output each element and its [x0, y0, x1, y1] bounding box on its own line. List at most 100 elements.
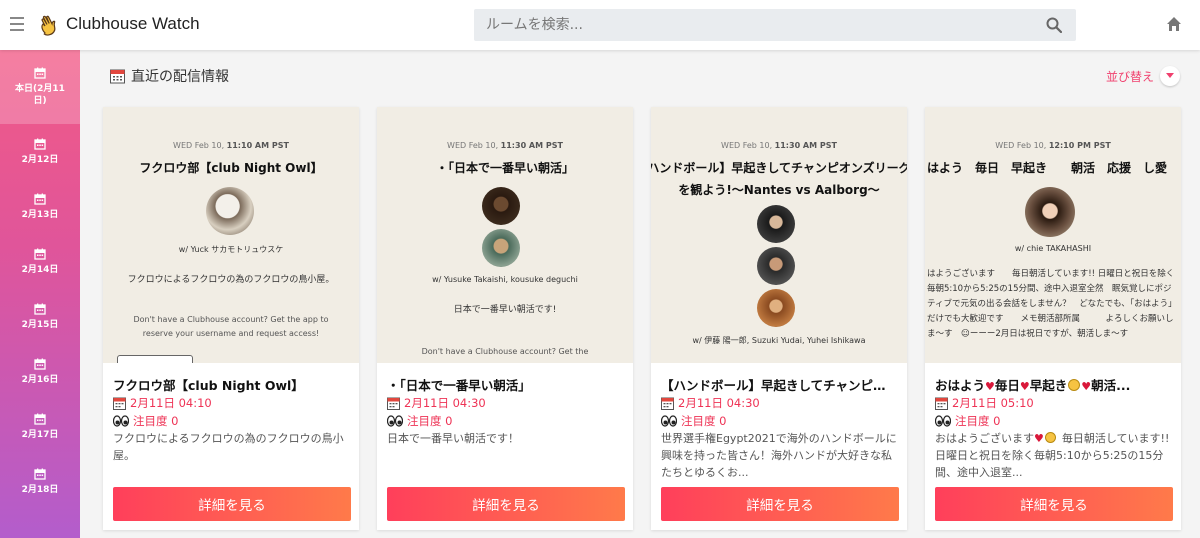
avatar [757, 205, 795, 243]
card-date-row: 2月11日 04:10 [113, 395, 212, 411]
card-attention: 注目度 0 [407, 414, 453, 428]
sidebar-item-label: 2月12日 [21, 154, 59, 165]
thumbnail-date: WED Feb 10, 11:30 AM PST [447, 141, 563, 150]
heart-icon: ♥ [985, 380, 995, 393]
app-title[interactable]: Clubhouse Watch [66, 14, 200, 34]
thumbnail-hosts: w/ chie TAKAHASHI [1014, 244, 1092, 253]
thumbnail-title: はよう 毎日 早起き 朝活 応援 し愛 [927, 161, 1168, 175]
calendar-icon [34, 248, 46, 260]
search-input[interactable] [474, 9, 1034, 41]
card-date-row: 2月11日 04:30 [387, 395, 486, 411]
section-title: 直近の配信情報 [131, 69, 229, 85]
home-icon[interactable] [1166, 16, 1182, 32]
card-date: 2月11日 05:10 [952, 396, 1034, 410]
sidebar-item-today[interactable]: 本日(2月11日) [0, 50, 80, 124]
room-card[interactable]: WED Feb 10, 11:10 AM PST フクロウ部【club Nigh… [103, 107, 359, 530]
calendar-emoji-icon [387, 397, 400, 410]
calendar-icon [34, 67, 46, 79]
header: Clubhouse Watch [0, 0, 1200, 50]
sidebar-item-label: 本日(2月11日) [15, 84, 65, 106]
thumbnail-date: WED Feb 10, 11:30 AM PST [721, 141, 837, 150]
card-description: おはようございます♥ 毎日朝活しています!! 日曜日と祝日を除く毎朝5:10から5… [935, 432, 1170, 479]
search-bar [474, 9, 1076, 41]
card-attention: 注目度 0 [681, 414, 727, 428]
sort-label: 並び替え [1106, 69, 1155, 84]
thumbnail-title: ハンドボール】早起きしてチャンピオンズリーグを観よう!〜Nantes vs Aa… [651, 161, 907, 197]
eyes-icon [113, 415, 129, 427]
waving-hand-logo-icon [41, 15, 56, 36]
heart-icon: ♥ [1081, 380, 1092, 393]
calendar-icon [34, 413, 46, 425]
room-thumbnail: WED Feb 10, 11:10 AM PST フクロウ部【club Nigh… [103, 107, 359, 363]
calendar-icon [34, 138, 46, 150]
view-details-button[interactable]: 詳細を見る [387, 487, 625, 521]
sidebar-item-feb17[interactable]: 2月17日 [0, 399, 80, 454]
room-card[interactable]: WED Feb 10, 12:10 PM PST はよう 毎日 早起き 朝活 応… [925, 107, 1181, 530]
card-description: 世界選手権Egypt2021で海外のハンドボールに興味を持った皆さん！海外ハンド… [661, 432, 897, 479]
sidebar-item-label: 2月15日 [21, 319, 59, 330]
avatar [757, 247, 795, 285]
thumbnail-hosts: w/ 伊藤 陽一郎, Suzuki Yudai, Yuhei Ishikawa [692, 336, 866, 345]
sidebar-item-feb16[interactable]: 2月16日 [0, 344, 80, 399]
view-details-button[interactable]: 詳細を見る [113, 487, 351, 521]
sidebar-item-label: 2月16日 [21, 374, 59, 385]
calendar-icon [34, 193, 46, 205]
view-details-button[interactable]: 詳細を見る [935, 487, 1173, 521]
sort-dropdown-toggle[interactable] [1160, 66, 1181, 86]
avatar [1025, 187, 1075, 237]
eyes-icon [387, 415, 403, 427]
thumbnail-description: はようございます 毎日朝活しています!! 日曜日と祝日を除く毎朝5:10から5:… [927, 269, 1177, 339]
sidebar-item-label: 2月14日 [21, 264, 59, 275]
room-card[interactable]: WED Feb 10, 11:30 AM PST ・「日本で一番早い朝活」 w/… [377, 107, 633, 530]
calendar-emoji-icon [935, 397, 948, 410]
caret-down-icon [1166, 73, 1175, 78]
thumbnail-title: フクロウ部【club Night Owl】 [139, 161, 323, 175]
card-attention: 注目度 0 [133, 414, 179, 428]
search-icon[interactable] [1046, 17, 1062, 33]
sidebar-item-feb14[interactable]: 2月14日 [0, 234, 80, 289]
card-title[interactable]: フクロウ部【club Night Owl】 [113, 375, 349, 394]
card-date-row: 2月11日 04:30 [661, 395, 760, 411]
sidebar-item-feb12[interactable]: 2月12日 [0, 124, 80, 179]
eyes-icon [935, 415, 951, 427]
heart-icon: ♥ [1034, 432, 1044, 445]
sort-button[interactable]: 並び替え [1106, 66, 1181, 86]
sidebar-item-label: 2月18日 [21, 484, 59, 495]
card-title[interactable]: おはよう♥毎日♥早起き ♥朝活... [935, 375, 1171, 394]
thumbnail-hosts: w/ Yusuke Takaishi, kousuke deguchi [432, 275, 578, 284]
card-attention-row: 注目度 0 [113, 413, 178, 429]
card-attention-row: 注目度 0 [935, 413, 1000, 429]
thumbnail-description: 日本で一番早い朝活です! [453, 305, 557, 315]
calendar-emoji-icon [110, 69, 125, 83]
card-attention: 注目度 0 [955, 414, 1001, 428]
avatar [482, 229, 520, 267]
room-thumbnail: WED Feb 10, 11:30 AM PST ハンドボール】早起きしてチャン… [651, 107, 907, 363]
card-date: 2月11日 04:10 [130, 396, 212, 410]
calendar-emoji-icon [113, 397, 126, 410]
card-attention-row: 注目度 0 [387, 413, 452, 429]
card-date-row: 2月11日 05:10 [935, 395, 1034, 411]
hamburger-menu-icon[interactable] [10, 17, 24, 31]
view-details-button[interactable]: 詳細を見る [661, 487, 899, 521]
room-thumbnail: WED Feb 10, 11:30 AM PST ・「日本で一番早い朝活」 w/… [377, 107, 633, 363]
calendar-emoji-icon [661, 397, 674, 410]
section-header: 直近の配信情報 [110, 66, 229, 86]
card-attention-row: 注目度 0 [661, 413, 726, 429]
smile-emoji-icon [1068, 379, 1081, 391]
thumbnail-title: ・「日本で一番早い朝活」 [435, 161, 574, 175]
room-card[interactable]: WED Feb 10, 11:30 AM PST ハンドボール】早起きしてチャン… [651, 107, 907, 530]
smile-emoji-icon [1044, 432, 1056, 443]
sidebar-item-feb15[interactable]: 2月15日 [0, 289, 80, 344]
card-title[interactable]: 【ハンドボール】早起きしてチャンピオンズリーグを観よう [661, 375, 897, 394]
sidebar-item-feb13[interactable]: 2月13日 [0, 179, 80, 234]
calendar-icon [34, 468, 46, 480]
app-store-badge [117, 355, 193, 363]
sidebar-item-label: 2月13日 [21, 209, 59, 220]
card-date: 2月11日 04:30 [404, 396, 486, 410]
sidebar-item-feb18[interactable]: 2月18日 [0, 454, 80, 509]
card-description: フクロウによるフクロウの為のフクロウの鳥小屋。 [113, 432, 344, 462]
calendar-icon [34, 358, 46, 370]
avatar [482, 187, 520, 225]
card-title[interactable]: ・「日本で一番早い朝活」 [387, 375, 623, 394]
calendar-icon [34, 303, 46, 315]
